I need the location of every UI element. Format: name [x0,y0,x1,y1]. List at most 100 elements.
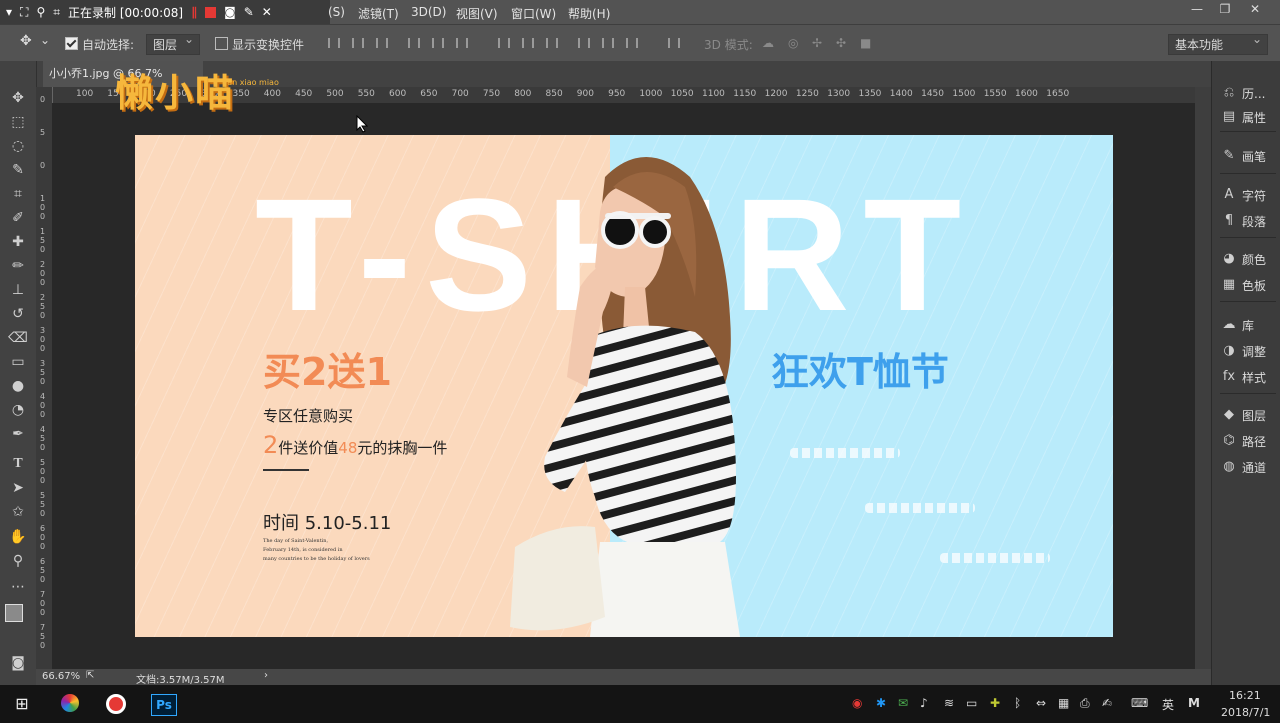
more-tools-icon[interactable]: ⋯ [8,577,28,597]
menu-help[interactable]: 帮助(H) [568,5,610,22]
type-tool-icon[interactable]: T [8,454,28,474]
auto-align-icon[interactable] [668,38,680,48]
distribute-right-icon[interactable] [626,38,638,48]
crop-tool-icon[interactable]: ⌗ [8,184,28,204]
windows-start-icon[interactable]: ⊞ [11,694,33,714]
blur-tool-icon[interactable]: ● [8,376,28,396]
stamp-tool-icon[interactable]: ⊥ [8,280,28,300]
document-canvas[interactable]: T-SHIRT 买2送1 狂欢T恤节 专区 [135,135,1113,637]
auto-select-checkbox[interactable]: 自动选择: [65,36,134,53]
quick-mask-icon[interactable]: ◙ [8,653,28,673]
printer-tray-icon[interactable]: ⎙ [1080,696,1090,711]
3d-roll-icon[interactable]: ◎ [788,36,798,50]
menu-3d[interactable]: 3D(D) [411,5,446,19]
marquee-tool-icon[interactable]: ⬚ [8,112,28,132]
app-tray-icon[interactable]: ✚ [990,696,1000,710]
eraser-tool-icon[interactable]: ⌫ [8,328,28,348]
chevron-down-icon[interactable]: ▾ [6,5,12,19]
3d-rotate-icon[interactable]: ☁ [762,36,774,50]
auto-select-dropdown[interactable]: 图层 [146,32,201,55]
eyedropper-tool-icon[interactable]: ✐ [8,208,28,228]
distribute-bottom-icon[interactable] [546,38,558,48]
panel-item-color[interactable]: ◕ 颜色 [1222,249,1280,269]
bluetooth-app-tray-icon[interactable]: ✱ [876,696,886,710]
panel-item-channels[interactable]: ◍ 通道 [1222,457,1280,477]
distribute-top-icon[interactable] [498,38,510,48]
chevron-right-icon[interactable]: › [264,670,268,681]
menu-window[interactable]: 窗口(W) [511,5,556,22]
align-bottom-icon[interactable] [376,38,388,48]
align-top-icon[interactable] [328,38,340,48]
show-transform-checkbox[interactable]: 显示变换控件 [215,36,304,53]
gradient-tool-icon[interactable]: ▭ [8,352,28,372]
panel-item-styles[interactable]: fx 样式 [1222,367,1280,387]
clock-date[interactable]: 2018/7/1 [1221,706,1270,719]
panel-item-layers[interactable]: ◆ 图层 [1222,405,1280,425]
pause-icon[interactable]: ∥ [191,5,197,19]
panel-item-swatches[interactable]: ▦ 色板 [1222,275,1280,295]
region-select-icon[interactable]: ⛶ [20,5,28,20]
distribute-left-icon[interactable] [578,38,590,48]
panel-item-history[interactable]: ⎌ 历... [1222,83,1280,103]
dodge-tool-icon[interactable]: ◔ [8,400,28,420]
hand-tool-icon[interactable]: ✋ [8,527,28,547]
foreground-color-swatch[interactable] [5,604,23,622]
color-wheel-app-icon[interactable] [59,694,81,714]
healing-brush-tool-icon[interactable]: ✚ [8,232,28,252]
pen-icon[interactable]: ✎ [244,5,254,19]
path-select-tool-icon[interactable]: ➤ [8,478,28,498]
panel-item-adjustments[interactable]: ◑ 调整 [1222,341,1280,361]
restore-button[interactable]: ❐ [1215,2,1235,20]
panel-item-brush[interactable]: ✎ 画笔 [1222,146,1280,166]
search-icon[interactable]: ⚲ [36,5,45,19]
close-window-button[interactable]: ✕ [1245,2,1265,20]
distribute-vcenter-icon[interactable] [522,38,534,48]
stop-icon[interactable] [205,6,217,18]
distribute-hcenter-icon[interactable] [602,38,614,48]
network-tray-icon[interactable]: ⇔ [1036,696,1046,710]
crop-icon[interactable]: ⌗ [53,5,60,20]
pen-tray-icon[interactable]: ✍ [1102,696,1112,710]
workspace-dropdown[interactable]: 基本功能 [1168,32,1268,55]
pen-tool-icon[interactable]: ✒ [8,424,28,444]
3d-drag-icon[interactable]: ✢ [812,36,822,50]
camera-icon[interactable]: ◙ [224,5,236,19]
wechat-tray-icon[interactable]: ✉ [898,696,908,710]
menu-filter[interactable]: 滤镜(T) [358,5,399,22]
menu-select[interactable]: (S) [328,5,345,19]
3d-scale-icon[interactable]: ■ [860,36,871,50]
shape-tool-icon[interactable]: ✩ [8,502,28,522]
zoom-tool-icon[interactable]: ⚲ [8,551,28,571]
quick-select-tool-icon[interactable]: ✎ [8,160,28,180]
wifi-icon[interactable]: ≋ [944,696,954,710]
move-tool-icon[interactable]: ✥ [20,33,32,49]
panel-item-properties[interactable]: ▤ 属性 [1222,107,1280,127]
brush-tool-icon[interactable]: ✏ [8,256,28,276]
volume-icon[interactable]: ♪ [920,696,928,710]
panel-item-paragraph[interactable]: ¶ 段落 [1222,211,1280,231]
align-left-icon[interactable] [408,38,420,48]
align-hcenter-icon[interactable] [432,38,444,48]
chevron-down-icon[interactable]: ⌄ [40,33,50,47]
zoom-level[interactable]: 66.67% [42,671,80,682]
export-icon[interactable]: ⇱ [86,670,94,681]
clock-time[interactable]: 16:21 [1229,689,1261,702]
move-tool-icon[interactable]: ✥ [8,88,28,108]
close-icon[interactable]: ✕ [262,5,272,19]
keyboard-icon[interactable]: ⌨ [1131,696,1148,710]
align-right-icon[interactable] [456,38,468,48]
display-tray-icon[interactable]: ▦ [1058,696,1069,710]
minimize-button[interactable]: — [1187,2,1207,20]
history-brush-tool-icon[interactable]: ↺ [8,304,28,324]
align-vcenter-icon[interactable] [352,38,364,48]
battery-icon[interactable]: ▭ [966,696,977,710]
3d-slide-icon[interactable]: ✣ [836,36,846,50]
panel-item-paths[interactable]: ⌬ 路径 [1222,431,1280,451]
record-tray-icon[interactable]: ◉ [852,696,862,710]
photoshop-app-icon[interactable]: Ps [151,694,177,716]
panel-item-library[interactable]: ☁ 库 [1222,315,1280,335]
recorder-app-icon[interactable] [105,694,127,714]
bluetooth-icon[interactable]: ᛒ [1014,696,1021,710]
panel-item-character[interactable]: A 字符 [1222,185,1280,205]
ime-mode-icon[interactable]: M [1188,696,1200,710]
